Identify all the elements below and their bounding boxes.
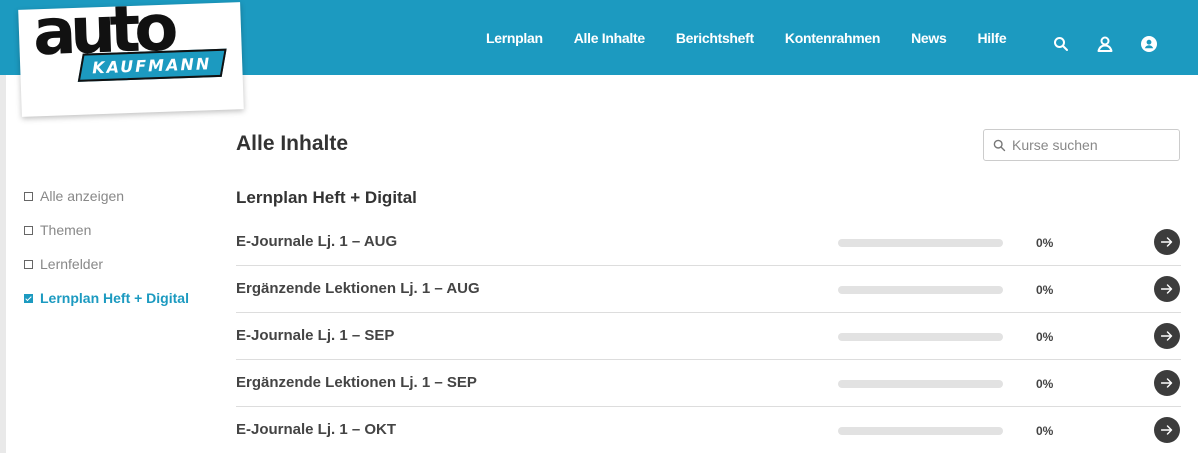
arrow-right-icon[interactable] (1154, 229, 1180, 255)
main-nav: Lernplan Alle Inhalte Berichtsheft Konte… (486, 30, 1007, 46)
filter-label: Themen (40, 222, 92, 238)
course-row[interactable]: Ergänzende Lektionen Lj. 1 – AUG 0% (236, 266, 1181, 313)
course-row[interactable]: E-Journale Lj. 1 – OKT 0% (236, 407, 1181, 453)
course-title[interactable]: Ergänzende Lektionen Lj. 1 – SEP (236, 374, 477, 391)
search-icon[interactable] (1051, 34, 1071, 54)
page-title: Alle Inhalte (236, 132, 349, 155)
account-circle-icon[interactable] (1139, 34, 1159, 54)
nav-kontenrahmen[interactable]: Kontenrahmen (785, 30, 880, 46)
section-title: Lernplan Heft + Digital (236, 188, 417, 207)
logo-band: KAUFMANN (77, 48, 227, 82)
progress-label: 0% (1036, 283, 1054, 297)
brand-logo[interactable]: auto KAUFMANN (18, 0, 244, 117)
progress-label: 0% (1036, 236, 1054, 250)
header-icons (1051, 34, 1159, 54)
checkbox[interactable] (24, 259, 33, 269)
arrow-right-icon[interactable] (1154, 370, 1180, 396)
course-list: E-Journale Lj. 1 – AUG 0% Ergänzende Lek… (236, 219, 1181, 453)
arrow-right-icon[interactable] (1154, 323, 1180, 349)
filter-label: Lernfelder (40, 256, 104, 272)
checkbox[interactable] (24, 225, 33, 235)
filter-label: Lernplan Heft + Digital (40, 290, 189, 306)
progress-bar (838, 427, 1003, 435)
course-row[interactable]: E-Journale Lj. 1 – AUG 0% (236, 219, 1181, 266)
arrow-right-icon[interactable] (1154, 417, 1180, 443)
course-row[interactable]: Ergänzende Lektionen Lj. 1 – SEP 0% (236, 360, 1181, 407)
filter-lernfelder[interactable]: Lernfelder (24, 255, 189, 273)
progress-label: 0% (1036, 377, 1054, 391)
nav-hilfe[interactable]: Hilfe (977, 30, 1006, 46)
course-search[interactable] (983, 129, 1180, 161)
progress-label: 0% (1036, 424, 1054, 438)
filter-alle-anzeigen[interactable]: Alle anzeigen (24, 187, 189, 205)
search-input[interactable] (1012, 137, 1172, 153)
course-title[interactable]: E-Journale Lj. 1 – OKT (236, 421, 396, 438)
nav-berichtsheft[interactable]: Berichtsheft (676, 30, 754, 46)
filter-lernplan-heft-digital[interactable]: Lernplan Heft + Digital (24, 289, 189, 307)
progress-bar (838, 239, 1003, 247)
checkbox-checked[interactable] (24, 293, 33, 303)
search-icon (993, 139, 1006, 151)
course-title[interactable]: E-Journale Lj. 1 – AUG (236, 233, 397, 250)
nav-news[interactable]: News (911, 30, 947, 46)
filter-themen[interactable]: Themen (24, 221, 189, 239)
progress-bar (838, 333, 1003, 341)
filter-label: Alle anzeigen (40, 188, 125, 204)
progress-bar (838, 286, 1003, 294)
arrow-right-icon[interactable] (1154, 276, 1180, 302)
user-icon[interactable] (1095, 34, 1115, 54)
logo-band-text: KAUFMANN (92, 53, 213, 77)
nav-lernplan[interactable]: Lernplan (486, 30, 543, 46)
filter-sidebar: Alle anzeigen Themen Lernfelder Lernplan… (24, 187, 189, 323)
course-title[interactable]: E-Journale Lj. 1 – SEP (236, 327, 394, 344)
course-row[interactable]: E-Journale Lj. 1 – SEP 0% (236, 313, 1181, 360)
progress-label: 0% (1036, 330, 1054, 344)
progress-bar (838, 380, 1003, 388)
checkbox[interactable] (24, 191, 33, 201)
course-title[interactable]: Ergänzende Lektionen Lj. 1 – AUG (236, 280, 480, 297)
nav-alle-inhalte[interactable]: Alle Inhalte (574, 30, 645, 46)
